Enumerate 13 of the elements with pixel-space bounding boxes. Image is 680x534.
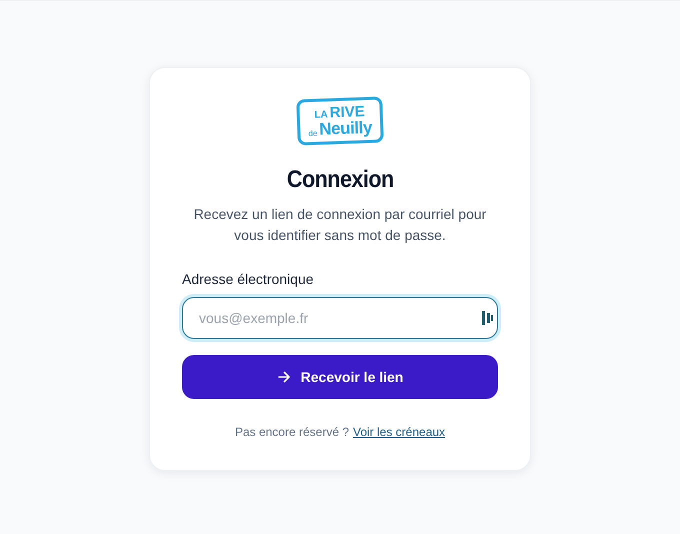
logo-text: LA xyxy=(314,110,328,121)
password-manager-icon[interactable] xyxy=(482,311,493,325)
footer-text: Pas encore réservé ? xyxy=(234,424,349,441)
arrow-right-icon xyxy=(276,370,291,384)
logo-text: Neuilly xyxy=(319,118,372,138)
field-label: Adresse électronique xyxy=(182,270,315,289)
logo-text: RIVE xyxy=(330,104,366,120)
page-title: Connexion xyxy=(286,165,394,195)
subtitle: Recevez un lien de connexion par courriel pour vous identifier sans mot de passe. xyxy=(192,205,488,245)
email-field[interactable]: vous@exemple.fr xyxy=(182,297,498,339)
logo-text: de xyxy=(308,130,318,138)
slots-link[interactable]: Voir les créneaux xyxy=(353,423,446,441)
submit-button[interactable]: Recevoir le lien xyxy=(182,355,498,399)
